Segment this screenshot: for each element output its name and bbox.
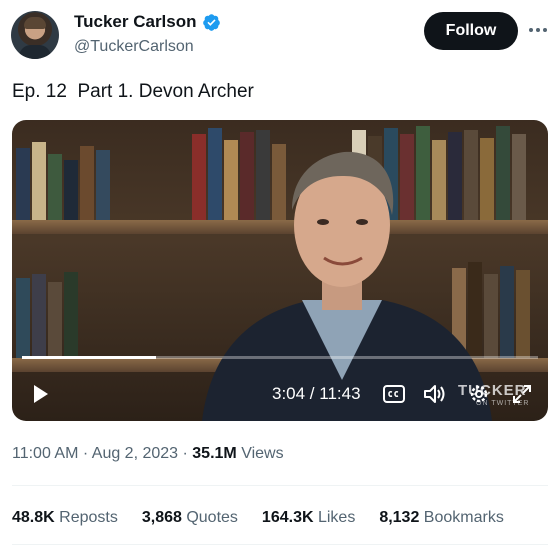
tweet-date[interactable]: Aug 2, 2023 bbox=[92, 445, 178, 462]
avatar[interactable] bbox=[11, 11, 59, 59]
divider bbox=[12, 485, 548, 486]
settings-icon[interactable] bbox=[467, 382, 491, 406]
avatar-hair bbox=[24, 17, 46, 29]
video-player[interactable]: 3:04 / 11:43 TUCKER ON TWITTER bbox=[12, 120, 548, 421]
quotes-count: 3,868 bbox=[141, 509, 182, 526]
more-horizontal-icon bbox=[529, 28, 547, 32]
bookshelf-lower bbox=[16, 270, 80, 358]
name-row: Tucker Carlson bbox=[74, 12, 221, 32]
quotes-label: Quotes bbox=[181, 509, 238, 526]
views-count: 35.1M bbox=[192, 445, 237, 462]
likes-label: Likes bbox=[313, 509, 356, 526]
avatar-shirt bbox=[19, 45, 51, 59]
tweet-time[interactable]: 11:00 AM bbox=[12, 445, 78, 462]
quotes-stat[interactable]: 3,868 Quotes bbox=[142, 509, 238, 527]
user-handle[interactable]: @TuckerCarlson bbox=[74, 38, 194, 56]
reposts-stat[interactable]: 48.8K Reposts bbox=[12, 509, 118, 527]
bookmarks-stat[interactable]: 8,132 Bookmarks bbox=[379, 509, 504, 527]
closed-captions-icon[interactable] bbox=[383, 384, 405, 404]
follow-button[interactable]: Follow bbox=[424, 12, 518, 50]
verified-badge-icon bbox=[202, 13, 220, 31]
video-controls: 3:04 / 11:43 TUCKER ON TWITTER bbox=[12, 370, 548, 416]
bookshelf-upper bbox=[16, 140, 112, 220]
video-progress-fill bbox=[22, 356, 157, 359]
reposts-label: Reposts bbox=[54, 509, 118, 526]
tweet-meta: 11:00 AM · Aug 2, 2023 · 35.1M Views bbox=[12, 445, 284, 463]
play-icon[interactable] bbox=[28, 382, 52, 406]
engagement-stats: 48.8K Reposts 3,868 Quotes 164.3K Likes … bbox=[12, 509, 528, 527]
video-time: 3:04 / 11:43 bbox=[272, 384, 361, 403]
video-progress-bar[interactable] bbox=[22, 356, 538, 359]
display-name[interactable]: Tucker Carlson bbox=[74, 12, 197, 32]
fullscreen-icon[interactable] bbox=[512, 384, 532, 404]
bookmarks-count: 8,132 bbox=[379, 509, 420, 526]
tweet-text: Ep. 12 Part 1. Devon Archer bbox=[12, 81, 254, 102]
more-options-button[interactable] bbox=[526, 18, 550, 42]
bookmarks-label: Bookmarks bbox=[419, 509, 504, 526]
tweet-header: Tucker Carlson @TuckerCarlson Follow bbox=[0, 0, 559, 70]
likes-count: 164.3K bbox=[261, 509, 314, 526]
views-label: Views bbox=[236, 445, 284, 462]
meta-separator-2: · bbox=[178, 445, 193, 462]
likes-stat[interactable]: 164.3K Likes bbox=[262, 509, 355, 527]
volume-icon[interactable] bbox=[423, 383, 447, 405]
reposts-count: 48.8K bbox=[12, 509, 55, 526]
meta-separator: · bbox=[78, 445, 92, 462]
